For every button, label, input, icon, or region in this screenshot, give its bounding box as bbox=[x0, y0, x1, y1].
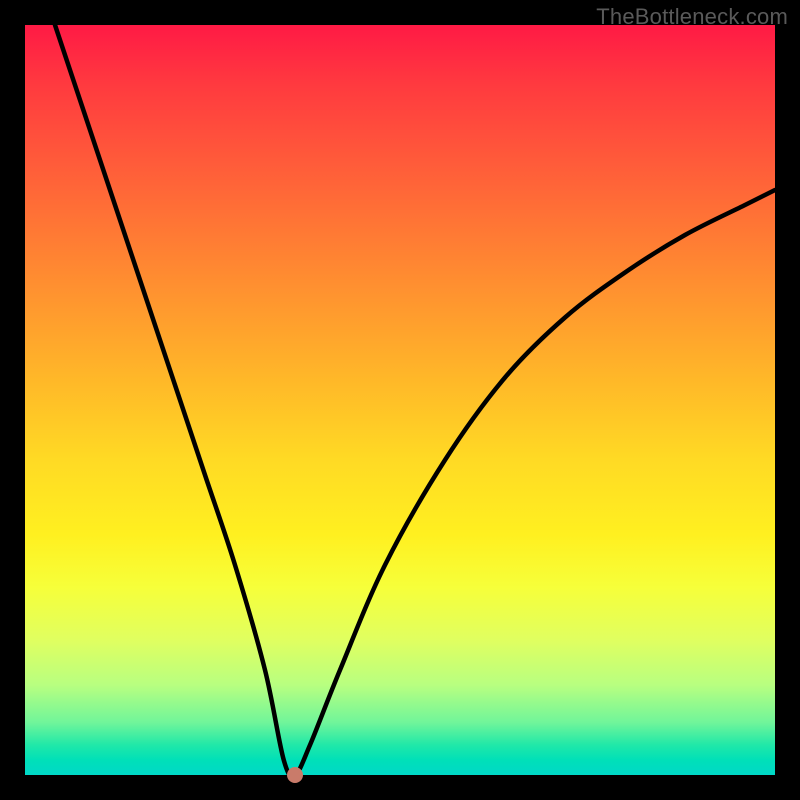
plot-area bbox=[25, 25, 775, 775]
watermark-text: TheBottleneck.com bbox=[596, 4, 788, 30]
bottleneck-curve bbox=[55, 25, 775, 776]
curve-svg bbox=[25, 25, 775, 775]
minimum-marker bbox=[287, 767, 303, 783]
chart-frame: TheBottleneck.com bbox=[0, 0, 800, 800]
